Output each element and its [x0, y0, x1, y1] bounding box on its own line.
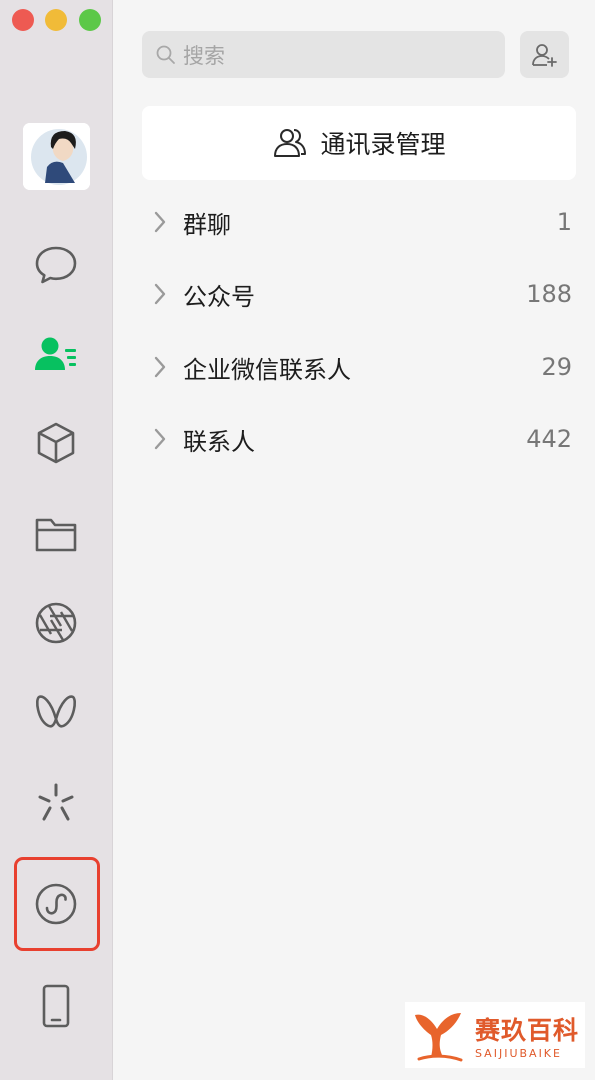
contacts-panel: 搜索 通讯录管理 群聊 1 公众号 188 企业微信联系人 29 联系人 442: [113, 0, 595, 1080]
list-item-count: 188: [526, 280, 572, 308]
whale-tail-logo-icon: [415, 1013, 463, 1062]
window-minimize-button[interactable]: [45, 9, 67, 31]
window-close-button[interactable]: [12, 9, 34, 31]
list-item-label: 联系人: [183, 427, 255, 456]
watermark-en: SAIJIUBAIKE: [475, 1046, 562, 1060]
list-item-count: 442: [526, 425, 572, 453]
contacts-manage-icon: [274, 129, 307, 157]
watermark: 赛玖百科 SAIJIUBAIKE: [405, 1002, 585, 1068]
chevron-right-icon: [154, 283, 166, 305]
list-item-wecom-contacts[interactable]: 企业微信联系人 29: [142, 337, 576, 397]
list-item-count: 29: [541, 353, 572, 381]
butterfly-icon[interactable]: [31, 688, 81, 738]
window-maximize-button[interactable]: [79, 9, 101, 31]
sidebar: [0, 0, 113, 1080]
search-icon: [156, 45, 175, 64]
avatar[interactable]: [23, 123, 90, 190]
list-item-label: 公众号: [183, 282, 255, 311]
contacts-icon[interactable]: [31, 328, 81, 378]
add-user-icon: [531, 43, 557, 67]
cube-icon[interactable]: [31, 418, 81, 468]
chevron-right-icon: [154, 356, 166, 378]
folder-icon[interactable]: [31, 509, 81, 559]
list-item-group-chats[interactable]: 群聊 1: [142, 192, 576, 252]
list-item-contacts[interactable]: 联系人 442: [142, 409, 576, 469]
contacts-manage-label: 通讯录管理: [320, 130, 446, 159]
chat-icon[interactable]: [31, 240, 81, 290]
list-item-count: 1: [556, 208, 572, 236]
search-input[interactable]: 搜索: [142, 31, 505, 78]
add-contact-button[interactable]: [520, 31, 569, 78]
list-item-label: 群聊: [183, 210, 231, 239]
phone-icon[interactable]: [31, 981, 81, 1031]
search-placeholder: 搜索: [183, 43, 225, 68]
watermark-cn: 赛玖百科: [475, 1015, 580, 1045]
list-item-label: 企业微信联系人: [183, 355, 351, 384]
highlight-box: [14, 857, 100, 951]
sparkle-icon[interactable]: [31, 778, 81, 828]
avatar-image: [23, 123, 90, 190]
aperture-icon[interactable]: [31, 598, 81, 648]
contacts-manage-button[interactable]: 通讯录管理: [142, 106, 576, 180]
chevron-right-icon: [154, 428, 166, 450]
list-item-official-accounts[interactable]: 公众号 188: [142, 264, 576, 324]
chevron-right-icon: [154, 211, 166, 233]
